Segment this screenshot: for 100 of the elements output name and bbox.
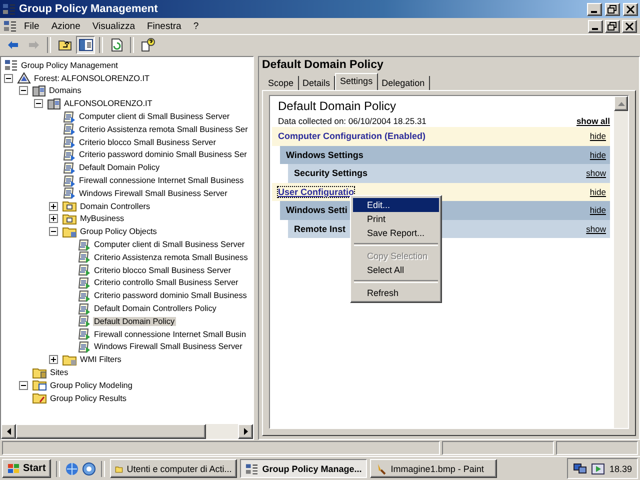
tree-item[interactable]: Domains [48, 86, 82, 96]
tree-item[interactable]: Group Policy Modeling [49, 380, 134, 390]
window-title: Group Policy Management [19, 3, 159, 15]
menu-item[interactable]: Azione [46, 20, 86, 32]
console-icon [3, 20, 17, 32]
tree-item[interactable]: Group Policy Results [49, 394, 128, 403]
menu-item[interactable]: Save Report... [353, 226, 439, 240]
menu-item[interactable]: Finestra [142, 20, 186, 32]
pane-title: Default Domain Policy [262, 59, 384, 73]
section-heading[interactable]: Windows Settings [286, 150, 364, 160]
scroll-icon [77, 251, 91, 264]
window-maximize-button[interactable] [605, 2, 620, 16]
tree-item[interactable]: Windows Firewall Small Business Server [93, 342, 244, 352]
tree-item[interactable]: Forest: ALFONSOLORENZO.IT [33, 74, 151, 83]
scroll-icon [77, 315, 91, 328]
back-arrow-icon [6, 40, 18, 50]
taskbar-button[interactable]: Immagine1.bmp - Paint [370, 459, 497, 478]
menu-item[interactable]: Edit... [353, 198, 439, 212]
section-heading[interactable]: Remote Inst [294, 224, 346, 234]
tree-item[interactable]: Domain Controllers [79, 202, 152, 211]
menu-item[interactable]: Print [353, 212, 439, 226]
child-close-button[interactable] [622, 20, 637, 32]
tree-item[interactable]: Criterio Assistenza remota Small Business [93, 252, 249, 262]
tree-item[interactable]: Criterio blocco Small Business Server [93, 266, 232, 275]
scroll-icon [62, 136, 76, 148]
section-heading[interactable]: Windows Setti [286, 205, 348, 216]
menu-item[interactable]: File [19, 20, 44, 32]
help-icon [140, 38, 154, 52]
menu-item[interactable]: Refresh [353, 286, 439, 300]
toggle-link[interactable]: show [586, 168, 606, 178]
taskbar-button[interactable]: Utenti e computer di Acti... [110, 459, 237, 478]
minus-box-icon[interactable] [4, 74, 13, 83]
scroll-icon [77, 340, 91, 353]
toggle-link[interactable]: hide [590, 186, 606, 197]
forward-arrow-icon [28, 40, 40, 50]
child-minimize-button[interactable] [588, 20, 603, 32]
tree-item[interactable]: Windows Firewall Small Business Server [78, 188, 228, 198]
minus-box-icon[interactable] [34, 99, 43, 108]
scroll-icon [62, 110, 76, 123]
toggle-link[interactable]: hide [590, 131, 606, 142]
tree-item[interactable]: Group Policy Management [20, 60, 119, 70]
menu-item[interactable]: ? [188, 20, 204, 32]
tree-item[interactable]: Criterio Assistenza remota Small Business Ser [78, 124, 249, 134]
toggle-link[interactable]: show [586, 224, 606, 234]
toolbar-button[interactable] [76, 36, 95, 54]
tree-item[interactable]: Criterio password dominio Small Business Ser [78, 150, 248, 160]
start-button[interactable]: Start [2, 459, 51, 478]
tree-item[interactable]: Default Domain Controllers Policy [93, 304, 218, 314]
server-icon [32, 84, 46, 97]
section-heading[interactable]: User Configuratio [278, 186, 354, 197]
collected-date: Data collected on: 06/10/2004 18.25.31 [278, 116, 428, 126]
scroll-icon [77, 276, 91, 289]
show-all-link[interactable]: show all [576, 116, 610, 126]
scroll-icon [62, 162, 76, 174]
horizontal-scrollbar[interactable] [1, 424, 253, 439]
clock: 18.39 [609, 464, 632, 474]
plus-box-icon[interactable] [49, 202, 58, 211]
vertical-scrollbar[interactable] [614, 96, 628, 428]
section-heading[interactable]: Computer Configuration (Enabled) [278, 131, 426, 142]
child-maximize-button[interactable] [605, 20, 620, 32]
desktop-icon[interactable] [82, 462, 96, 476]
scroll-icon [62, 174, 76, 187]
section-heading[interactable]: Security Settings [294, 168, 368, 178]
window-close-button[interactable] [623, 2, 638, 16]
folder-icon [32, 379, 47, 392]
tree-item[interactable]: Criterio blocco Small Business Server [78, 138, 217, 147]
tree-item[interactable]: Firewall connessione Internet Small Busin [93, 330, 247, 339]
tree-item[interactable]: Criterio password dominio Small Business [93, 291, 248, 300]
tab[interactable]: Delegation [378, 76, 430, 90]
minus-box-icon[interactable] [19, 380, 28, 390]
window-minimize-button[interactable] [587, 2, 602, 16]
menu-item[interactable]: Select All [353, 263, 439, 277]
toggle-link[interactable]: hide [590, 150, 606, 160]
tree-item[interactable]: Criterio controllo Small Business Server [93, 278, 240, 288]
tab[interactable]: Scope [264, 76, 299, 90]
folder-icon [32, 392, 47, 404]
triangle-icon [17, 72, 31, 84]
menu-item[interactable]: Visualizza [87, 20, 140, 32]
tab[interactable]: Settings [335, 73, 378, 90]
tree-item[interactable]: Default Domain Policy [93, 316, 176, 326]
tree-item[interactable]: Default Domain Policy [78, 163, 161, 172]
up-arrow-icon [618, 102, 624, 106]
plus-box-icon[interactable] [49, 355, 58, 364]
tree-item[interactable]: Computer client di Small Business Server [78, 112, 231, 122]
tree-item[interactable]: Group Policy Objects [79, 227, 158, 236]
tree-item[interactable]: Computer client di Small Business Server [93, 240, 246, 250]
tree-item[interactable]: WMI Filters [79, 355, 122, 364]
taskbar-button[interactable]: Group Policy Manage... [240, 459, 367, 478]
minus-box-icon[interactable] [19, 86, 28, 96]
server-icon [47, 98, 61, 110]
minus-box-icon[interactable] [49, 227, 58, 236]
tree-item[interactable]: Firewall connessione Internet Small Business [78, 176, 245, 186]
toggle-link[interactable]: hide [590, 205, 606, 216]
plus-box-icon[interactable] [49, 214, 58, 224]
tree-item[interactable]: MyBusiness [79, 214, 126, 224]
panes-icon [78, 38, 92, 50]
folder-icon [32, 366, 47, 379]
tree-item[interactable]: ALFONSOLORENZO.IT [63, 99, 154, 108]
network-icon [573, 462, 588, 474]
tree-item[interactable]: Sites [49, 368, 70, 378]
